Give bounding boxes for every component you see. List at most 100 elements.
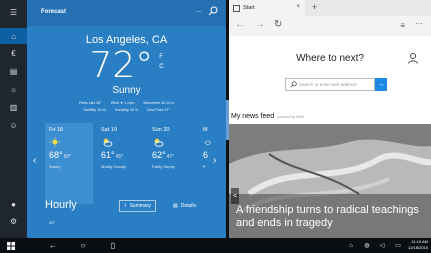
forward-icon[interactable]: → — [255, 19, 265, 30]
weather-main: Los Angeles, CA 72° F C Sunny Feels Like… — [27, 26, 226, 238]
page-icon — [233, 4, 240, 12]
tab-label: Start — [243, 5, 255, 11]
current-condition: Sunny — [112, 85, 141, 96]
more-icon[interactable]: ... — [196, 7, 202, 14]
temperature-value: 72° — [89, 45, 154, 86]
task-view-icon[interactable]: ▯ — [106, 238, 120, 253]
start-heading: Where to next? — [296, 53, 364, 64]
browser-toolbar: ← → ↻ ≡ ··· — [229, 16, 431, 36]
day-condition: Partly Sunny — [152, 164, 175, 169]
action-center-icon[interactable]: ▭ — [393, 238, 403, 253]
day-low: 50° — [63, 154, 72, 160]
hub-icon[interactable]: ≡ — [400, 21, 405, 30]
day-high: 68°50° — [49, 150, 72, 160]
day-card[interactable]: Sat 19 61°45° Mostly Cloudy — [97, 123, 145, 204]
unit-c[interactable]: C — [159, 62, 163, 72]
maps-icon[interactable]: ▤ — [0, 63, 27, 79]
hamburger-menu-icon[interactable]: ☰ — [0, 4, 27, 20]
day-high: 6 — [203, 150, 209, 160]
desktop: ☰ ⌂ € ▤ ☼ ▥ ☺ ● ⚙ Forecast ... Los Angel… — [0, 0, 431, 253]
wind: Wind ▼ 1 mph — [110, 101, 135, 105]
refresh-icon[interactable]: ↻ — [274, 19, 282, 30]
day-low: 45° — [115, 154, 124, 160]
wifi-icon[interactable]: ◍ — [362, 238, 372, 253]
search-icon[interactable]: ○ — [76, 238, 90, 253]
list-icon: ▤ — [173, 203, 178, 209]
edge-browser: Start × + ← → ↻ ≡ ··· Where to next? Sea… — [229, 0, 431, 238]
account-avatar-icon[interactable] — [407, 52, 419, 64]
home-icon[interactable]: ⌂ — [0, 28, 27, 44]
partly-cloudy-icon — [103, 138, 113, 147]
day-name: Sat 19 — [101, 127, 117, 133]
start-page: Where to next? Search or enter web addre… — [229, 36, 431, 238]
settings-gear-icon[interactable]: ⚙ — [0, 213, 27, 229]
places-icon[interactable]: ▥ — [0, 99, 27, 115]
news-headline[interactable]: A friendship turns to radical teachings … — [236, 204, 426, 230]
weather-nav-rail: ☰ ⌂ € ▤ ☼ ▥ ☺ ● ⚙ — [0, 0, 27, 238]
humidity: Humidity 28 % — [114, 108, 139, 112]
search-icon[interactable] — [208, 6, 218, 16]
weather-titlebar: Forecast ... — [27, 0, 226, 26]
news-hero-card[interactable]: < A friendship turns to radical teaching… — [229, 124, 431, 238]
news-prev-icon[interactable]: < — [231, 188, 239, 204]
search-icon — [290, 81, 297, 88]
go-button[interactable]: → — [375, 78, 387, 91]
historical-icon[interactable]: ☼ — [0, 81, 27, 97]
feed-powered-by: powered by MSN — [277, 115, 305, 119]
day-high: 62°47° — [152, 150, 175, 160]
hourly-first-temp: 68° — [49, 220, 56, 225]
more-actions-icon[interactable]: ··· — [415, 19, 423, 28]
weather-title: Forecast — [41, 9, 67, 15]
details-label: Details — [180, 203, 197, 209]
day-condition: P — [203, 164, 206, 169]
day-name: Sun 20 — [152, 127, 170, 133]
day-condition: Mostly Cloudy — [101, 164, 127, 169]
hourly-section: Hourly ⌇ Summary ▤ Details 68° — [27, 196, 226, 238]
clock[interactable]: 11:19 AM 12/18/2015 — [408, 239, 428, 251]
visibility: Visibility 10 mi — [83, 108, 106, 112]
account-icon[interactable]: ● — [0, 196, 27, 212]
details-button[interactable]: ▤ Details — [169, 200, 200, 212]
day-condition: Sunny — [49, 164, 61, 169]
barometer: Barometer 30.10 in — [143, 101, 175, 105]
day-low: 47° — [166, 154, 175, 160]
back-icon[interactable]: ← — [235, 19, 245, 30]
address-search-input[interactable]: Search or enter web address — [285, 78, 375, 91]
taskbar: ← ○ ▯ ⌂ ◍ ◁ ▭ 11:19 AM 12/18/2015 — [0, 238, 431, 253]
stats-row-1: Feels Like 68° Wind ▼ 1 mph Barometer 30… — [27, 101, 226, 105]
day-high: 61°45° — [101, 150, 124, 160]
scroll-right-icon[interactable]: › — [213, 155, 216, 166]
summary-label: Summary — [129, 203, 151, 209]
sun-icon — [50, 137, 60, 147]
unit-f[interactable]: F — [159, 52, 163, 62]
dew-point: Dew Point 37° — [147, 108, 170, 112]
daily-forecast: ‹ Fri 18 68°50° Sunny Sat 19 61°45° Most… — [27, 123, 226, 204]
close-tab-icon[interactable]: × — [296, 4, 300, 10]
chart-icon: ⌇ — [124, 203, 127, 209]
back-icon[interactable]: ← — [46, 238, 60, 253]
day-card[interactable]: Fri 18 68°50° Sunny — [45, 123, 93, 204]
hourly-title: Hourly — [45, 199, 77, 211]
partly-sunny-icon — [154, 138, 164, 147]
cloud-icon — [204, 140, 211, 145]
stats-row-2: Visibility 10 mi Humidity 28 % Dew Point… — [27, 108, 226, 112]
day-card[interactable]: Sun 20 62°47° Partly Sunny — [148, 123, 196, 204]
forecast-icon[interactable]: € — [0, 45, 27, 61]
day-name: M — [203, 127, 208, 133]
tab-start[interactable]: Start × — [229, 0, 305, 16]
summary-button[interactable]: ⌇ Summary — [119, 200, 156, 212]
scroll-left-icon[interactable]: ‹ — [33, 155, 36, 166]
windows-start-icon[interactable] — [4, 238, 18, 253]
tab-strip: Start × + — [229, 0, 431, 16]
weather-app: ☰ ⌂ € ▤ ☼ ▥ ☺ ● ⚙ Forecast ... Los Angel… — [0, 0, 226, 238]
new-tab-button[interactable]: + — [312, 2, 317, 12]
unit-toggle: F C — [159, 52, 163, 86]
feels-like: Feels Like 68° — [78, 101, 102, 105]
volume-icon[interactable]: ◁ — [377, 238, 387, 253]
news-feed-title: My news feed powered by MSN — [231, 113, 305, 120]
day-name: Fri 18 — [49, 127, 64, 133]
clock-date: 12/18/2015 — [407, 245, 428, 250]
network-icon[interactable]: ⌂ — [346, 238, 356, 253]
news-icon[interactable]: ☺ — [0, 117, 27, 133]
current-temperature: 72° F C — [27, 46, 226, 86]
